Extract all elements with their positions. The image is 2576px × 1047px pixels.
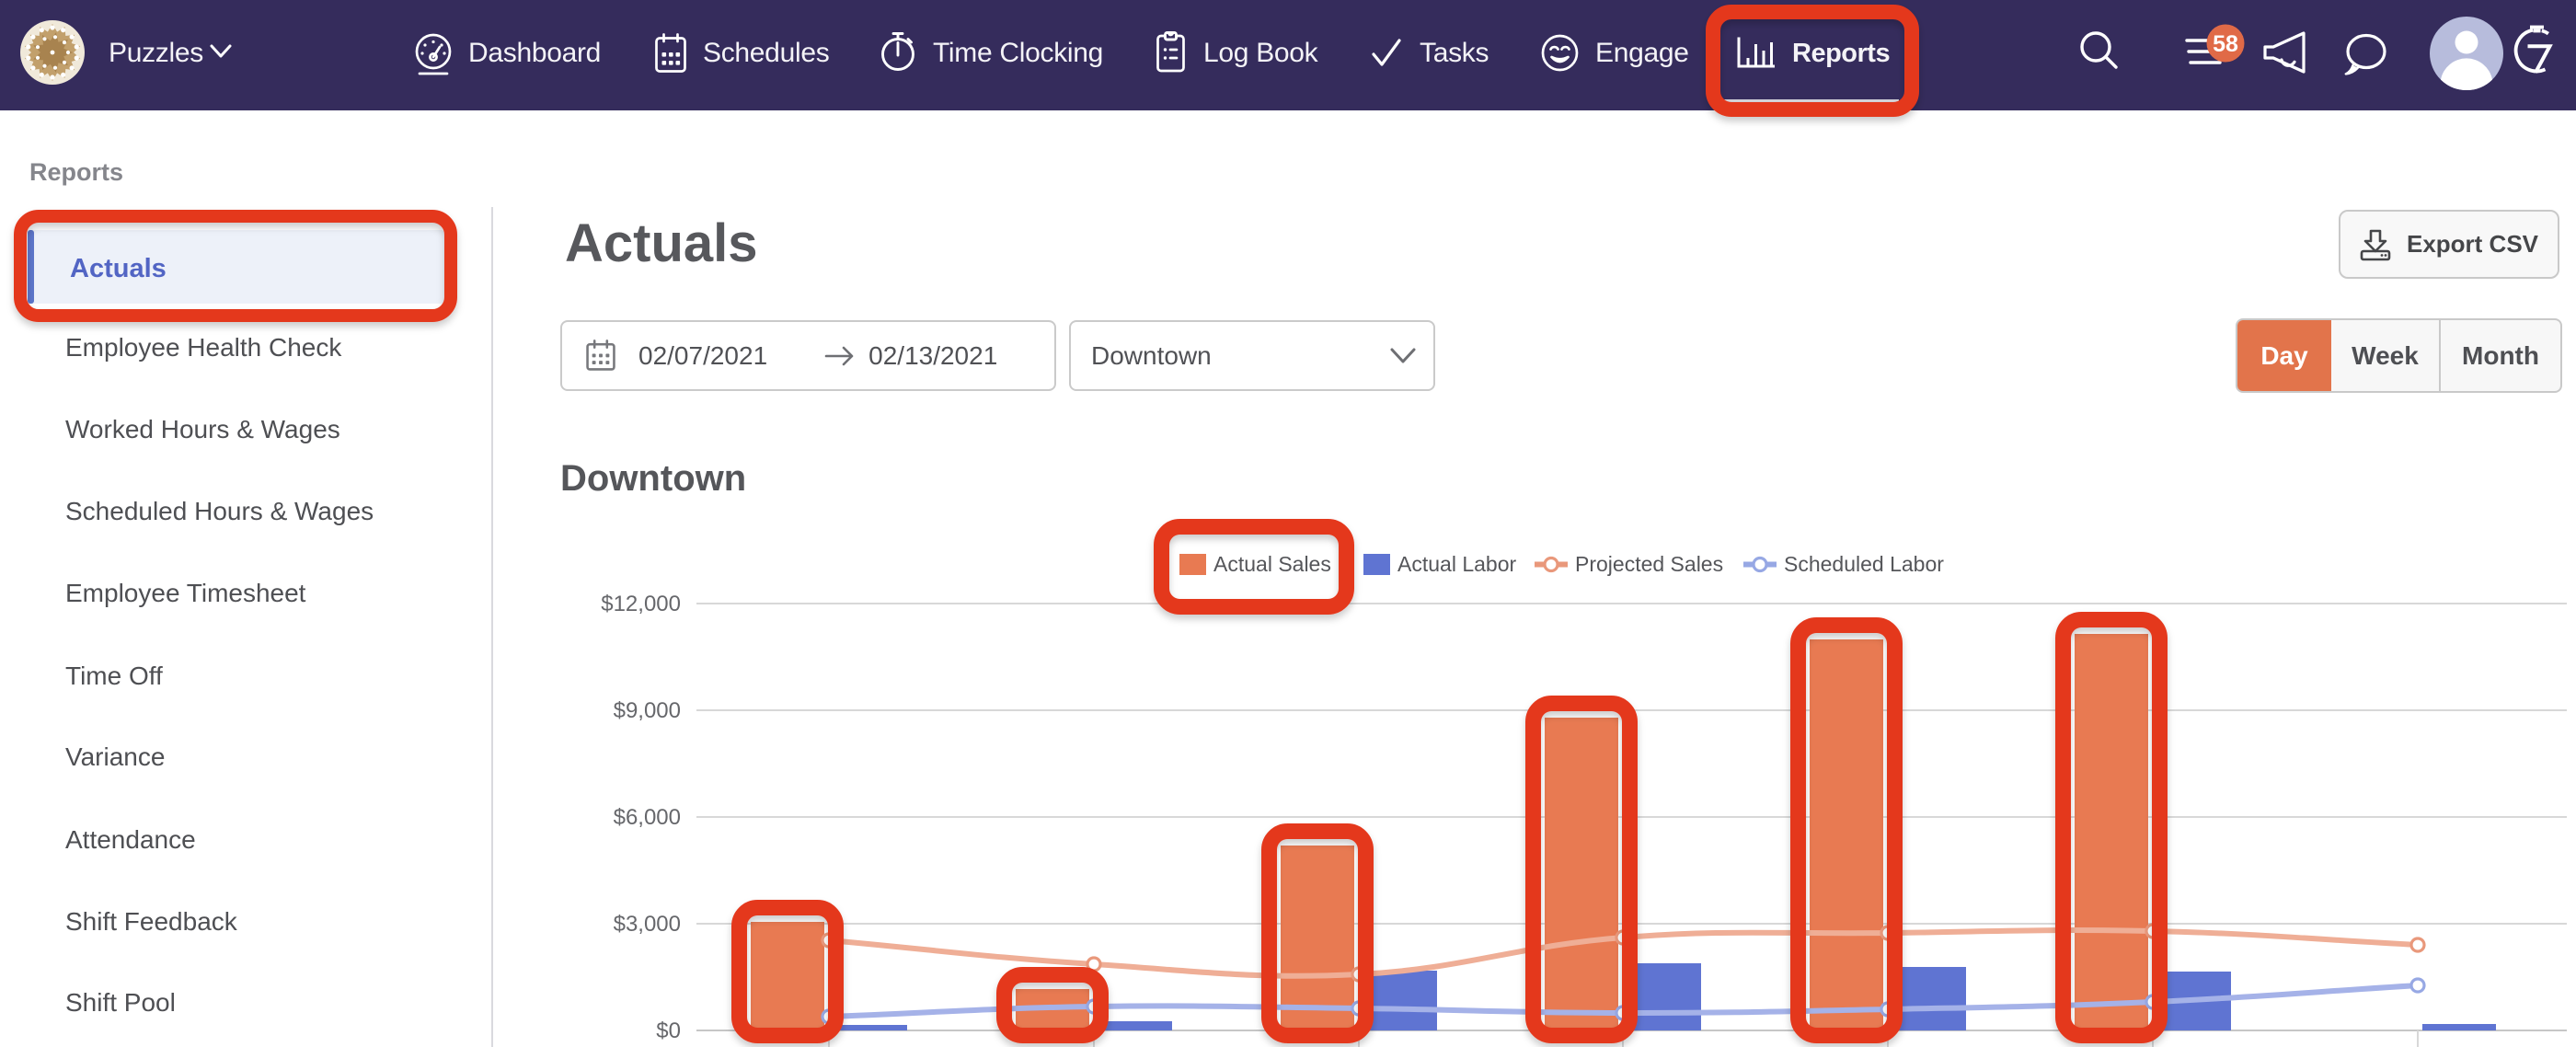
svg-text:Actual Sales: Actual Sales	[1213, 552, 1331, 576]
svg-text:Scheduled Labor: Scheduled Labor	[1784, 552, 1944, 576]
svg-text:$3,000: $3,000	[614, 912, 681, 937]
svg-text:$6,000: $6,000	[614, 805, 681, 830]
svg-text:Projected Sales: Projected Sales	[1575, 552, 1723, 576]
svg-text:$12,000: $12,000	[601, 592, 681, 616]
svg-text:$0: $0	[656, 1018, 681, 1043]
svg-text:58: 58	[2213, 31, 2238, 57]
svg-text:$9,000: $9,000	[614, 698, 681, 723]
svg-text:Actual Labor: Actual Labor	[1397, 552, 1516, 576]
